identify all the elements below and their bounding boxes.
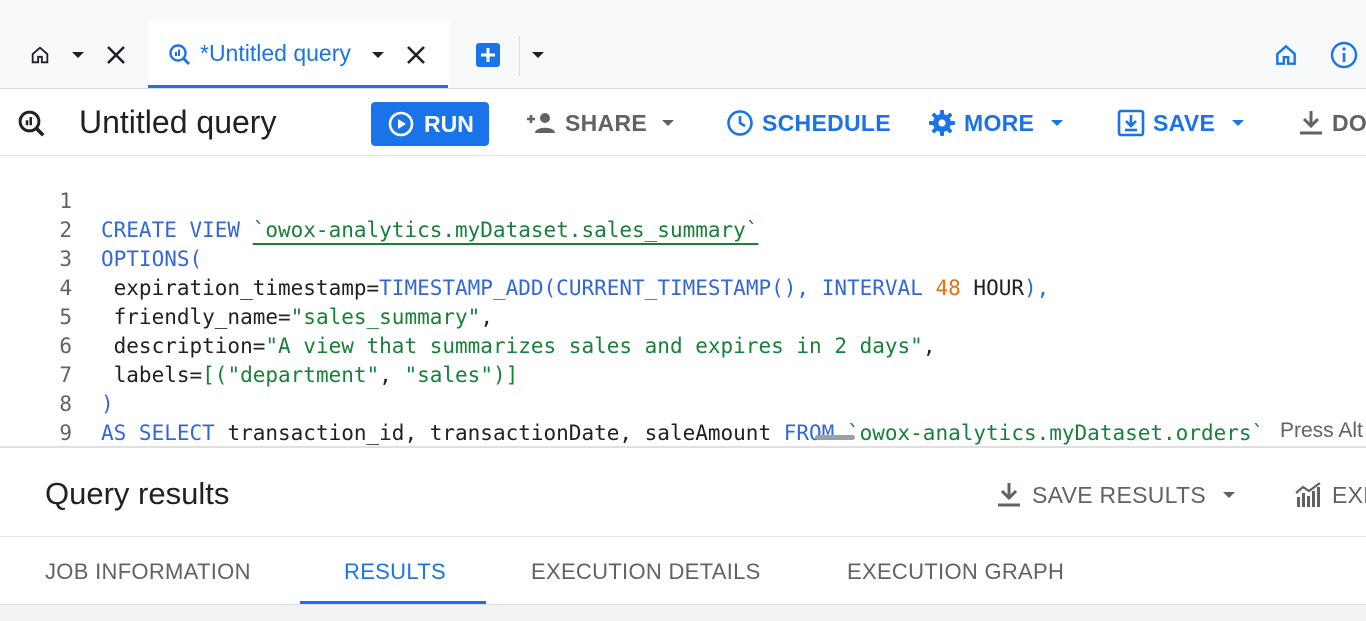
code-line: 2 OPTIONS( [0, 187, 1366, 271]
run-button-label: RUN [424, 110, 474, 137]
more-button[interactable]: MORE [928, 101, 1064, 145]
results-body [0, 604, 1366, 621]
query-toolbar: Untitled query RUN SHARE SCHEDULE MORE S… [0, 89, 1366, 156]
caret-down-icon [1051, 120, 1064, 126]
code-line: 5 description="A view that summarizes sa… [0, 274, 1366, 358]
tabs-menu-dropdown[interactable] [526, 40, 550, 70]
download-button[interactable]: DO [1298, 101, 1366, 145]
schedule-icon [727, 110, 753, 136]
query-title: Untitled query [79, 104, 277, 140]
home-tab-dropdown[interactable] [66, 40, 90, 70]
token-keyword: FROM [783, 421, 847, 445]
line-number: 9 [59, 421, 72, 445]
download-button-label: DO [1332, 109, 1366, 136]
close-icon [107, 46, 125, 64]
share-button[interactable]: SHARE [525, 101, 675, 145]
info-icon [1330, 41, 1358, 69]
close-home-tab-button[interactable] [102, 40, 130, 70]
query-tab-dropdown[interactable] [366, 40, 390, 70]
home-shortcut-button[interactable] [1270, 40, 1302, 70]
insights-chart-icon [1295, 482, 1321, 507]
query-tab-title[interactable]: *Untitled query [200, 40, 351, 67]
share-button-label: SHARE [565, 109, 648, 136]
code-line: 3 expiration_timestamp=TIMESTAMP_ADD(CUR… [0, 216, 1366, 300]
query-tab-icon-wrap [166, 40, 194, 70]
query-icon [18, 110, 45, 137]
code-line: 4 friendly_name="sales_summary", [0, 245, 1366, 329]
save-button[interactable]: SAVE [1117, 101, 1245, 145]
query-results-panel: Query results SAVE RESULTS EXP JOB INFOR… [0, 448, 1366, 620]
code-text: AS SELECT transaction_id, transactionDat… [101, 419, 1264, 448]
caret-down-icon [662, 120, 675, 126]
home-icon [31, 46, 49, 64]
explore-data-label: EXP [1332, 481, 1366, 508]
gear-icon [929, 110, 955, 136]
query-icon [169, 44, 190, 65]
results-title: Query results [45, 476, 230, 511]
resize-handle[interactable] [815, 435, 855, 440]
code-line: 8 AS SELECT transaction_id, transactionD… [0, 361, 1366, 445]
save-results-label: SAVE RESULTS [1032, 481, 1207, 508]
token-keyword: AS SELECT [101, 421, 228, 445]
tab-divider [519, 36, 520, 76]
play-circle-icon [388, 111, 414, 137]
tab-execution-graph[interactable]: EXECUTION GRAPH [847, 559, 1064, 585]
new-query-button[interactable] [472, 40, 504, 70]
results-tabs: JOB INFORMATION RESULTS EXECUTION DETAIL… [0, 536, 1366, 605]
query-title-icon-wrap [16, 108, 48, 140]
close-icon [407, 46, 425, 64]
run-button[interactable]: RUN [371, 102, 489, 146]
caret-down-icon [372, 52, 384, 58]
download-icon [1300, 111, 1322, 135]
caret-down-icon [532, 52, 544, 58]
caret-down-icon [72, 52, 84, 58]
code-line: 7 ) [0, 332, 1366, 416]
code-line: 6 labels=[("department", "sales")] [0, 303, 1366, 387]
save-button-label: SAVE [1153, 109, 1216, 136]
schedule-button[interactable]: SCHEDULE [726, 101, 891, 145]
explore-data-button[interactable]: EXP [1294, 478, 1366, 512]
token-identifier: transaction_id, transactionDate, saleAmo… [227, 421, 784, 445]
download-icon [998, 483, 1020, 507]
tab-execution-details[interactable]: EXECUTION DETAILS [531, 559, 761, 585]
sql-editor[interactable]: 1 CREATE VIEW `owox-analytics.myDataset.… [0, 156, 1366, 448]
active-tab-indicator [148, 85, 448, 88]
home-icon [1276, 44, 1296, 65]
tab-bar: *Untitled query [0, 0, 1366, 89]
code-line: 1 CREATE VIEW `owox-analytics.myDataset.… [0, 158, 1366, 242]
close-query-tab-button[interactable] [402, 40, 430, 70]
token-table-ref: `owox-analytics.myDataset.orders` [846, 421, 1265, 445]
tab-job-information[interactable]: JOB INFORMATION [45, 559, 251, 585]
info-button[interactable] [1328, 40, 1360, 70]
save-icon [1117, 109, 1145, 137]
more-button-label: MORE [964, 109, 1035, 136]
keyboard-hint: Press Alt [1280, 419, 1363, 442]
code-line: 9 [0, 390, 1366, 445]
schedule-button-label: SCHEDULE [762, 109, 891, 136]
add-box-icon [476, 43, 500, 67]
home-tab-button[interactable] [24, 40, 56, 70]
save-results-button[interactable]: SAVE RESULTS [996, 478, 1236, 512]
caret-down-icon [1232, 120, 1245, 126]
tab-results[interactable]: RESULTS [344, 559, 446, 585]
person-add-icon [527, 113, 555, 133]
caret-down-icon [1223, 492, 1236, 498]
